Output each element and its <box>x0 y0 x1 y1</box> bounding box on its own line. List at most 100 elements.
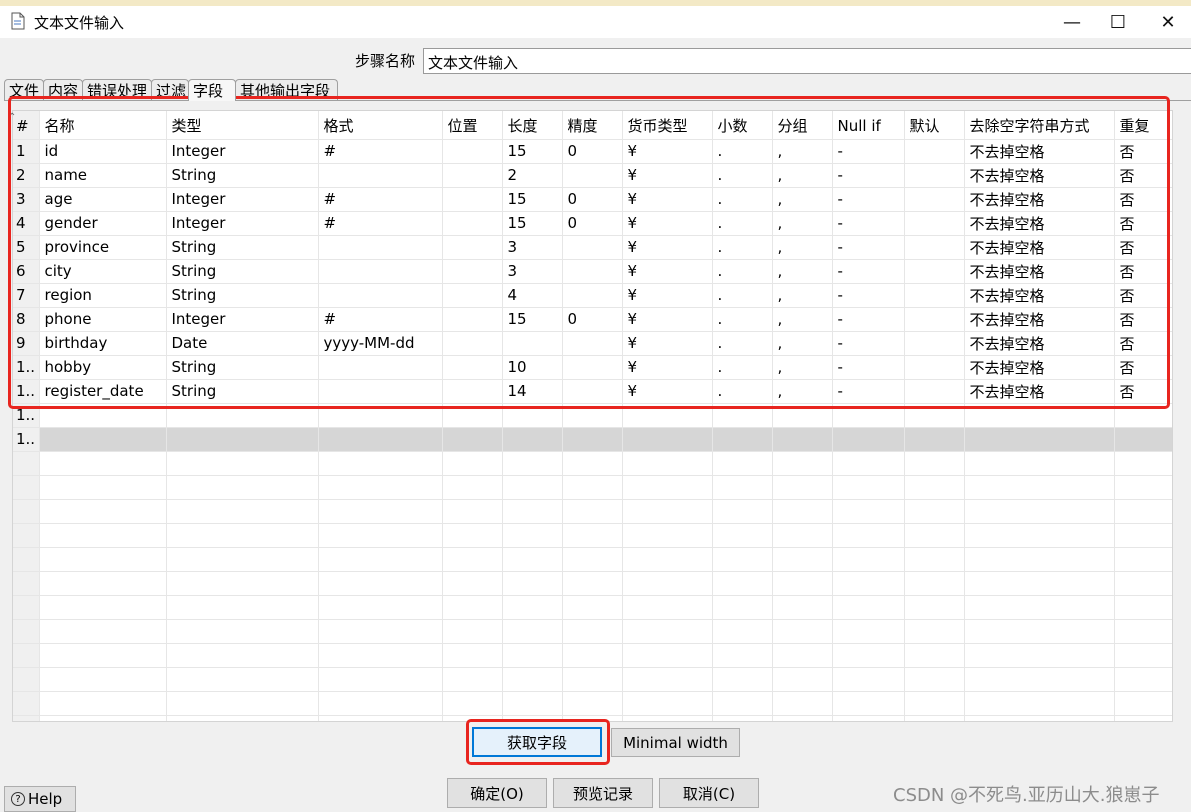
table-cell[interactable] <box>39 691 167 716</box>
table-cell[interactable]: - <box>832 379 905 404</box>
table-cell[interactable] <box>904 259 965 284</box>
table-cell[interactable]: 15 <box>502 139 563 164</box>
table-cell[interactable] <box>502 547 563 572</box>
column-header[interactable]: # <box>13 111 40 140</box>
table-cell[interactable]: id <box>39 139 167 164</box>
table-cell[interactable] <box>442 691 503 716</box>
table-cell[interactable] <box>39 667 167 692</box>
table-row[interactable] <box>13 499 1172 524</box>
table-cell[interactable] <box>318 547 443 572</box>
table-cell[interactable] <box>1114 571 1172 596</box>
table-cell[interactable]: 14 <box>502 379 563 404</box>
ok-button[interactable]: 确定(O) <box>447 778 547 808</box>
table-cell[interactable]: # <box>318 307 443 332</box>
table-cell[interactable]: - <box>832 331 905 356</box>
table-cell[interactable]: 否 <box>1114 211 1172 236</box>
column-header[interactable]: 类型 <box>166 111 319 140</box>
table-cell[interactable] <box>442 187 503 212</box>
table-cell[interactable]: String <box>166 355 319 380</box>
table-cell[interactable]: 否 <box>1114 139 1172 164</box>
table-cell[interactable] <box>904 187 965 212</box>
table-cell[interactable]: . <box>712 283 773 308</box>
table-cell[interactable] <box>904 331 965 356</box>
table-cell[interactable]: ¥ <box>622 283 713 308</box>
table-cell[interactable] <box>502 523 563 548</box>
table-cell[interactable] <box>442 523 503 548</box>
table-cell[interactable]: - <box>832 187 905 212</box>
table-cell[interactable]: - <box>832 355 905 380</box>
table-cell[interactable]: 不去掉空格 <box>964 379 1115 404</box>
table-cell[interactable] <box>832 667 905 692</box>
table-cell[interactable] <box>562 427 623 452</box>
table-cell[interactable]: # <box>318 187 443 212</box>
table-cell[interactable] <box>904 307 965 332</box>
table-cell[interactable] <box>502 643 563 668</box>
table-cell[interactable] <box>622 595 713 620</box>
table-row[interactable]: 8 phone Integer #15 0 ¥., - 不去掉空格否 <box>13 307 1172 332</box>
tab-content[interactable]: 内容 <box>43 79 83 101</box>
table-cell[interactable] <box>832 715 905 721</box>
tab-error-handling[interactable]: 错误处理 <box>82 79 152 101</box>
table-cell[interactable] <box>1114 403 1172 428</box>
table-cell[interactable] <box>832 403 905 428</box>
table-cell[interactable] <box>622 523 713 548</box>
table-cell[interactable] <box>39 403 167 428</box>
table-cell[interactable] <box>39 451 167 476</box>
table-cell[interactable] <box>442 211 503 236</box>
table-cell[interactable] <box>712 475 773 500</box>
table-cell[interactable] <box>39 523 167 548</box>
table-cell[interactable] <box>1114 427 1172 452</box>
table-cell[interactable]: . <box>712 235 773 260</box>
table-cell[interactable] <box>442 331 503 356</box>
table-cell[interactable] <box>832 643 905 668</box>
table-cell[interactable] <box>772 667 833 692</box>
table-cell[interactable]: age <box>39 187 167 212</box>
table-cell[interactable] <box>502 475 563 500</box>
table-cell[interactable]: # <box>318 211 443 236</box>
table-cell[interactable] <box>562 163 623 188</box>
table-cell[interactable] <box>904 139 965 164</box>
get-fields-button[interactable]: 获取字段 <box>472 727 602 757</box>
maximize-button[interactable]: ☐ <box>1095 6 1141 38</box>
table-cell[interactable] <box>562 331 623 356</box>
table-cell[interactable] <box>318 691 443 716</box>
table-cell[interactable] <box>318 451 443 476</box>
table-cell[interactable] <box>442 619 503 644</box>
table-cell[interactable]: # <box>318 139 443 164</box>
table-cell[interactable] <box>712 451 773 476</box>
table-cell[interactable] <box>502 667 563 692</box>
table-cell[interactable] <box>1114 595 1172 620</box>
table-row[interactable]: 9 birthday Date yyyy-MM-dd ¥., - 不去掉空格否 <box>13 331 1172 356</box>
table-cell[interactable] <box>562 259 623 284</box>
table-row[interactable] <box>13 667 1172 692</box>
table-cell[interactable] <box>1114 619 1172 644</box>
table-cell[interactable] <box>712 427 773 452</box>
table-cell[interactable] <box>904 619 965 644</box>
table-row[interactable]: 1.. hobby String 10 ¥., - 不去掉空格否 <box>13 355 1172 380</box>
table-cell[interactable] <box>1114 499 1172 524</box>
table-cell[interactable]: 否 <box>1114 235 1172 260</box>
table-cell[interactable] <box>562 451 623 476</box>
table-cell[interactable]: 3 <box>502 259 563 284</box>
table-row[interactable] <box>13 643 1172 668</box>
table-cell[interactable]: . <box>712 187 773 212</box>
table-cell[interactable] <box>832 619 905 644</box>
table-cell[interactable] <box>622 547 713 572</box>
table-cell[interactable] <box>832 595 905 620</box>
table-cell[interactable]: , <box>772 235 833 260</box>
table-cell[interactable] <box>964 403 1115 428</box>
table-cell[interactable] <box>442 715 503 721</box>
table-cell[interactable]: 否 <box>1114 379 1172 404</box>
table-cell[interactable] <box>562 667 623 692</box>
table-row[interactable] <box>13 595 1172 620</box>
table-cell[interactable] <box>442 595 503 620</box>
table-cell[interactable] <box>166 667 319 692</box>
table-cell[interactable] <box>502 499 563 524</box>
table-cell[interactable]: 0 <box>562 307 623 332</box>
table-cell[interactable]: String <box>166 235 319 260</box>
table-cell[interactable]: 不去掉空格 <box>964 283 1115 308</box>
table-cell[interactable] <box>772 715 833 721</box>
table-cell[interactable]: , <box>772 163 833 188</box>
table-cell[interactable]: - <box>832 259 905 284</box>
table-cell[interactable] <box>562 571 623 596</box>
